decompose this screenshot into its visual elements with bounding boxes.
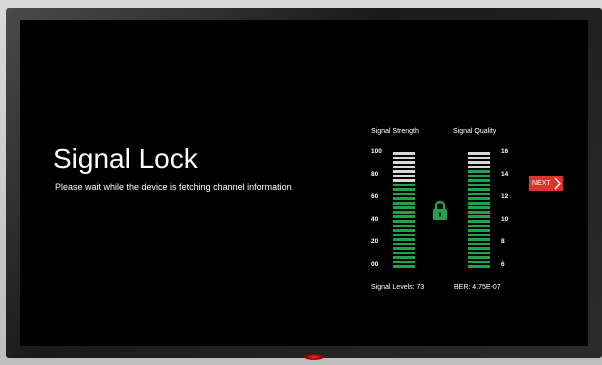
signal-quality-segment (468, 229, 490, 232)
signal-quality-segment (468, 174, 490, 178)
next-button[interactable]: NEXT (529, 176, 563, 191)
quality-scale-14: 14 (501, 171, 509, 178)
signal-quality-segment (468, 219, 490, 223)
signal-quality-segment (468, 224, 490, 228)
signal-strength-segment (393, 188, 415, 191)
signal-strength-segment (393, 242, 415, 246)
signal-strength-segment (393, 170, 415, 173)
strength-scale-60: 60 (371, 193, 379, 200)
signal-strength-segment (393, 233, 415, 237)
quality-scale-6: 6 (501, 261, 505, 268)
page-subtitle: Please wait while the device is fetching… (55, 182, 292, 192)
signal-quality-segment (468, 251, 490, 255)
signal-strength-segment (393, 210, 415, 214)
signal-quality-bar (468, 152, 490, 268)
signal-strength-segment (393, 174, 415, 178)
signal-quality-segment (468, 197, 490, 200)
signal-quality-segment (468, 233, 490, 237)
signal-quality-segment (468, 170, 490, 173)
signal-quality-segment (468, 183, 490, 187)
signal-strength-segment (393, 251, 415, 255)
strength-scale-100: 100 (371, 148, 382, 155)
quality-scale-16: 16 (501, 148, 509, 155)
signal-quality-segment (468, 238, 490, 241)
signal-strength-segment (393, 206, 415, 210)
signal-strength-segment (393, 192, 415, 196)
signal-quality-segment (468, 192, 490, 196)
signal-strength-segment (393, 229, 415, 232)
quality-scale-8: 8 (501, 238, 505, 245)
signal-quality-segment (468, 165, 490, 169)
signal-quality-segment (468, 242, 490, 246)
power-led (304, 354, 324, 360)
signal-quality-segment (468, 156, 490, 160)
ber-readout: BER: 4.75E-07 (454, 284, 501, 291)
signal-quality-segment (468, 215, 490, 219)
page-title: Signal Lock (53, 143, 198, 174)
signal-strength-segment (393, 247, 415, 250)
signal-strength-segment (393, 179, 415, 182)
signal-strength-segment (393, 201, 415, 205)
signal-quality-segment (468, 161, 490, 164)
signal-strength-segment (393, 165, 415, 169)
signal-strength-segment (393, 224, 415, 228)
signal-quality-segment (468, 256, 490, 259)
signal-quality-segment (468, 260, 490, 264)
strength-scale-00: 00 (371, 261, 379, 268)
signal-strength-segment (393, 265, 415, 268)
signal-levels-readout: Signal Levels: 73 (371, 284, 425, 291)
signal-strength-segment (393, 219, 415, 223)
strength-scale-40: 40 (371, 216, 379, 223)
signal-strength-segment (393, 183, 415, 187)
signal-quality-segment (468, 210, 490, 214)
signal-strength-segment (393, 197, 415, 200)
strength-scale-80: 80 (371, 171, 379, 178)
signal-quality-segment (468, 265, 490, 268)
signal-strength-bar (393, 152, 415, 268)
signal-strength-segment (393, 215, 415, 219)
signal-strength-segment (393, 238, 415, 241)
signal-strength-segment (393, 161, 415, 164)
chevron-right-icon (554, 177, 561, 190)
signal-strength-label: Signal Strength (371, 128, 419, 135)
quality-scale-12: 12 (501, 193, 509, 200)
signal-quality-segment (468, 188, 490, 191)
strength-scale-20: 20 (371, 238, 379, 245)
signal-strength-segment (393, 152, 415, 155)
signal-quality-segment (468, 179, 490, 182)
signal-quality-segment (468, 201, 490, 205)
next-button-label: NEXT (532, 180, 551, 187)
padlock-icon (433, 200, 447, 220)
signal-quality-segment (468, 206, 490, 210)
signal-quality-segment (468, 247, 490, 250)
signal-strength-segment (393, 260, 415, 264)
signal-quality-label: Signal Quality (453, 128, 497, 135)
quality-scale-10: 10 (501, 216, 509, 223)
signal-quality-segment (468, 152, 490, 155)
signal-strength-segment (393, 256, 415, 259)
signal-strength-segment (393, 156, 415, 160)
